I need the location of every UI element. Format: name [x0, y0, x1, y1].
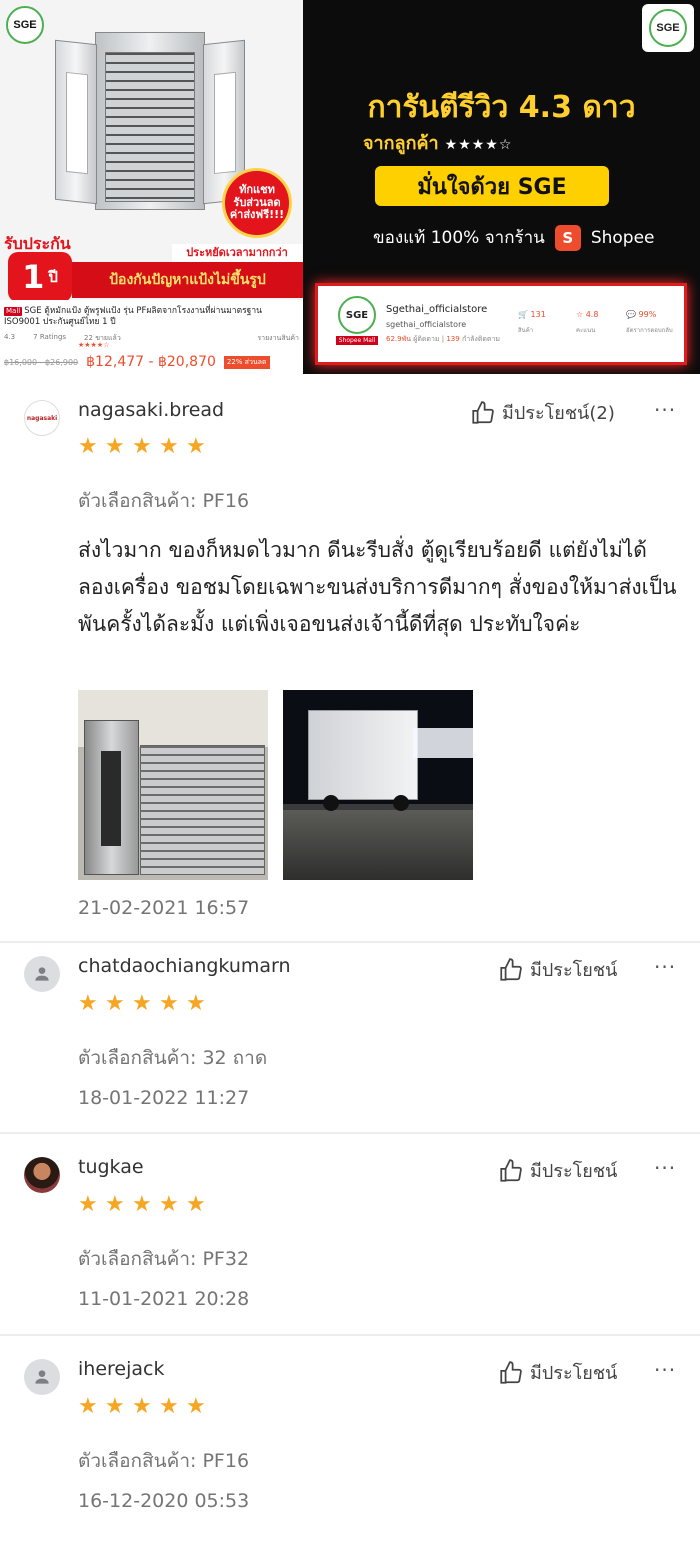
avatar[interactable]: [24, 1157, 60, 1193]
chat-discount-badge: ทักแชท รับส่วนลด ค่าส่งฟรี!!!: [222, 168, 292, 238]
rating-stars: ★ ★ ★ ★ ★: [78, 1396, 208, 1418]
sale-price: ฿12,477 - ฿20,870: [86, 354, 216, 370]
store-products-stat: 🛒 131 สินค้า: [518, 310, 546, 334]
star-icon: ★: [159, 1394, 179, 1419]
original-price: ฿16,000 - ฿26,900: [4, 357, 79, 367]
review-date: 21-02-2021 16:57: [78, 897, 250, 919]
product-title: Mall SGE ตู้หมักแป้ง ตู้พรูฟแป้ง รุ่น PFผ…: [4, 306, 262, 328]
more-options-icon[interactable]: ···: [654, 1358, 676, 1382]
star-icon: ★: [159, 1192, 179, 1217]
warranty-badge: 1 ปี: [8, 252, 72, 302]
rating-stars: ★★★★☆: [78, 340, 110, 349]
divider: [0, 1132, 700, 1134]
thumbs-up-icon: [472, 400, 494, 424]
helpful-button[interactable]: มีประโยชน์(2): [470, 398, 615, 427]
star-icon: ★: [132, 1192, 152, 1217]
product-banner: SGE ทักแชท รับส่วนลด ค่าส่งฟรี!!! รับประ…: [0, 0, 700, 374]
star-icon: ★: [105, 1394, 125, 1419]
helpful-button[interactable]: มีประโยชน์: [498, 1156, 617, 1185]
thumbs-up-icon: [500, 1158, 522, 1182]
star-icon: ★: [132, 434, 152, 459]
rating-stars: ★★★★☆: [444, 137, 513, 153]
review-date: 18-01-2022 11:27: [78, 1087, 250, 1109]
product-info[interactable]: Mall SGE ตู้หมักแป้ง ตู้พรูฟแป้ง รุ่น PFผ…: [0, 300, 303, 374]
review-username[interactable]: tugkae: [78, 1156, 144, 1178]
guarantee-headline: การันตีรีวิว 4.3 ดาว: [367, 90, 636, 125]
thumbs-up-icon: [500, 1360, 522, 1384]
divider: [0, 1334, 700, 1336]
star-icon: ★: [186, 991, 206, 1016]
helpful-button[interactable]: มีประโยชน์: [498, 955, 617, 984]
review-username[interactable]: chatdaochiangkumarn: [78, 955, 291, 977]
discount-badge: 22% ส่วนลด: [223, 355, 270, 369]
star-icon: ★: [132, 991, 152, 1016]
store-card[interactable]: SGE Shopee Mall Sgethai_officialstore sg…: [315, 283, 687, 365]
star-icon: ★: [78, 1192, 98, 1217]
confident-label: มั่นใจด้วย SGE: [375, 166, 609, 206]
default-user-icon: [35, 1370, 49, 1384]
store-handle: sgethai_officialstore: [386, 320, 467, 329]
star-icon: ★: [105, 991, 125, 1016]
rating-stars: ★ ★ ★ ★ ★: [78, 1194, 208, 1216]
store-logo: SGE Shopee Mall: [336, 296, 378, 350]
star-icon: ★: [132, 1394, 152, 1419]
review-username[interactable]: nagasaki.bread: [78, 399, 224, 421]
save-time-label: ประหยัดเวลามากกว่า: [172, 244, 302, 262]
shopee-bag-icon: S: [554, 224, 581, 251]
variation-label: ตัวเลือกสินค้า: PF16: [78, 490, 250, 512]
store-followers: 62.9พัน ผู้ติดตาม | 139 กำลังติดตาม: [386, 335, 501, 343]
store-name: Sgethai_officialstore: [386, 304, 488, 315]
star-icon: ★: [186, 434, 206, 459]
avatar[interactable]: [24, 956, 60, 992]
price-row: ฿16,000 - ฿26,900 ฿12,477 - ฿20,870 22% …: [4, 354, 270, 370]
from-customer-text: จากลูกค้า ★★★★☆: [363, 133, 513, 154]
prevent-problem-bar: ป้องกันปัญหาแป้งไม่ขึ้นรูป: [72, 262, 303, 298]
divider: [0, 941, 700, 943]
variation-label: ตัวเลือกสินค้า: 32 ถาด: [78, 1047, 268, 1069]
proofer-cabinet-image: [55, 32, 245, 212]
rating-stars: ★ ★ ★ ★ ★: [78, 993, 208, 1015]
more-options-icon[interactable]: ···: [654, 955, 676, 979]
avatar[interactable]: [24, 1359, 60, 1395]
promo-panel: SGE การันตีรีวิว 4.3 ดาว จากลูกค้า ★★★★☆ …: [303, 0, 700, 374]
helpful-button[interactable]: มีประโยชน์: [498, 1358, 617, 1387]
star-icon: ★: [159, 434, 179, 459]
star-icon: ★: [186, 1192, 206, 1217]
review-username[interactable]: iherejack: [78, 1358, 164, 1380]
default-user-icon: [35, 967, 49, 981]
product-stats: 4.3 ★★★★☆ 7 Ratings 22 ขายแล้ว รายงานสิน…: [4, 332, 299, 349]
avatar[interactable]: nagasaki: [24, 400, 60, 436]
star-icon: ★: [105, 434, 125, 459]
rating-stars: ★ ★ ★ ★ ★: [78, 436, 208, 458]
sge-logo: SGE: [642, 4, 694, 52]
thumbs-up-icon: [500, 957, 522, 981]
store-chat-rate-stat: 💬 99% อัตราการตอบกลับ: [626, 310, 673, 334]
mall-tag: Mall: [4, 307, 23, 317]
review-date: 11-01-2021 20:28: [78, 1288, 250, 1310]
report-link: รายงานสินค้า: [257, 333, 299, 342]
review-date: 16-12-2020 05:53: [78, 1490, 250, 1512]
product-image-panel: SGE ทักแชท รับส่วนลด ค่าส่งฟรี!!! รับประ…: [0, 0, 303, 374]
star-icon: ★: [78, 991, 98, 1016]
more-options-icon[interactable]: ···: [654, 398, 676, 422]
review-photo[interactable]: [283, 690, 473, 880]
variation-label: ตัวเลือกสินค้า: PF16: [78, 1450, 250, 1472]
star-icon: ★: [78, 434, 98, 459]
more-options-icon[interactable]: ···: [654, 1156, 676, 1180]
review-text: ส่งไวมาก ของก็หมดไวมาก ดีนะรีบสั่ง ตู้ดู…: [78, 538, 677, 636]
star-icon: ★: [159, 991, 179, 1016]
store-score-stat: ☆ 4.8 คะแนน: [576, 310, 599, 334]
star-icon: ★: [105, 1192, 125, 1217]
review-photo[interactable]: [78, 690, 268, 880]
variation-label: ตัวเลือกสินค้า: PF32: [78, 1248, 250, 1270]
star-icon: ★: [186, 1394, 206, 1419]
sge-logo: SGE: [6, 6, 44, 44]
star-icon: ★: [78, 1394, 98, 1419]
authentic-line: ของแท้ 100% จากร้าน S Shopee: [373, 224, 655, 251]
